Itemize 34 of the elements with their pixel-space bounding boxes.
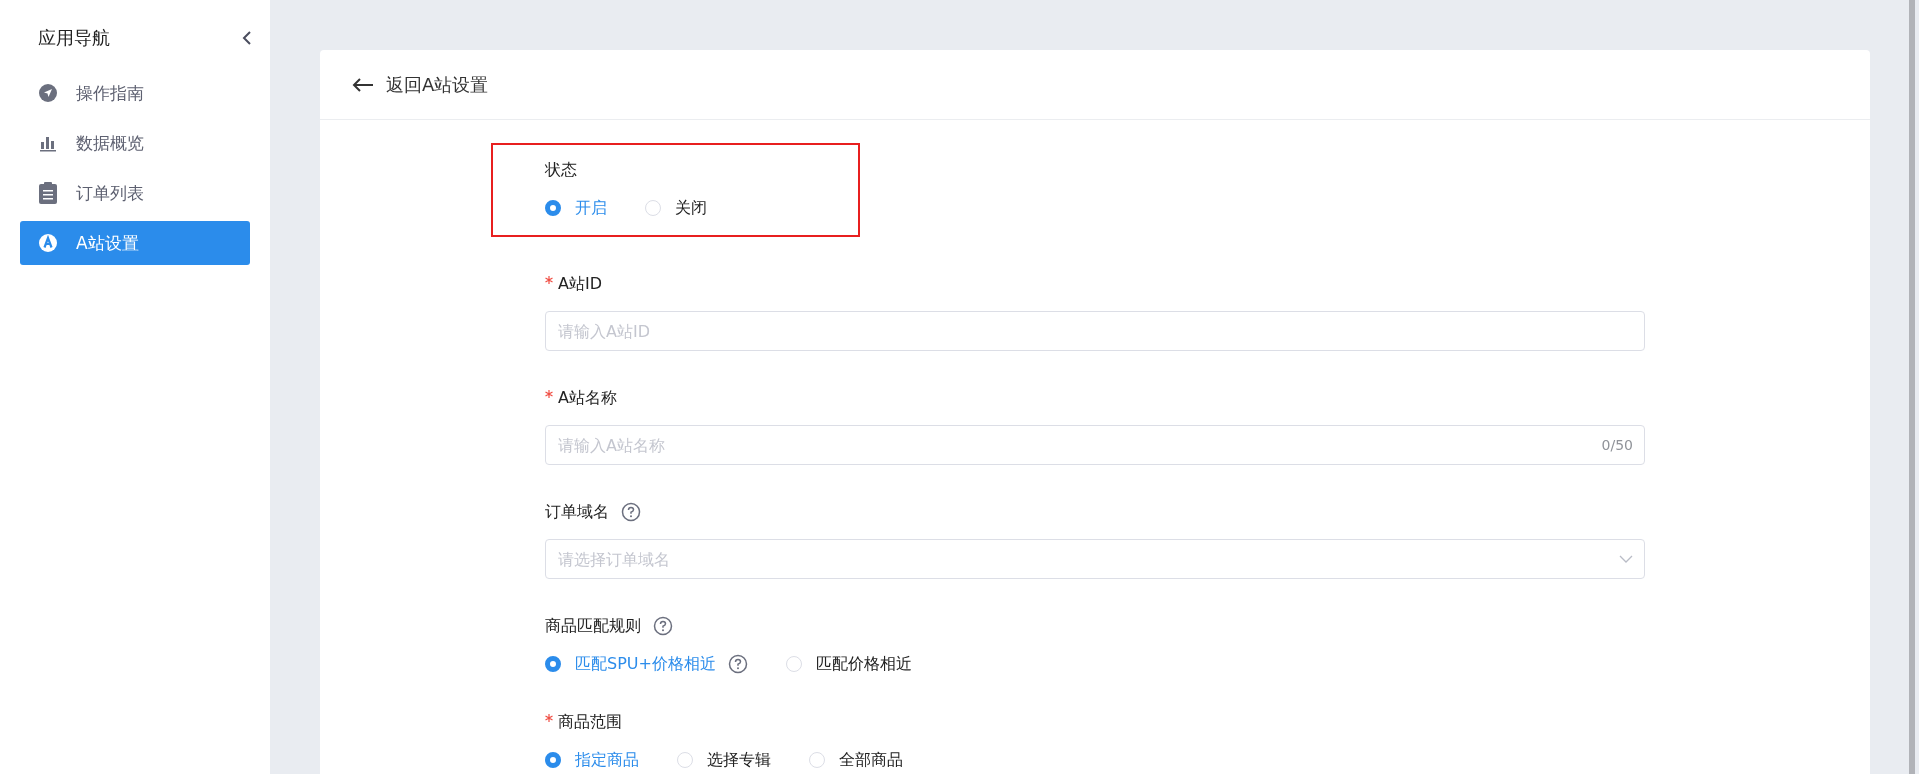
radio-button[interactable]: [545, 200, 561, 216]
radio-button[interactable]: [545, 656, 561, 672]
sidebar-item[interactable]: 订单列表: [20, 171, 250, 215]
radio-option[interactable]: 匹配价格相近: [785, 653, 912, 675]
collapse-icon[interactable]: [242, 30, 252, 46]
help-icon[interactable]: [727, 654, 748, 674]
help-icon[interactable]: [621, 502, 641, 522]
text-field[interactable]: 请输入A站ID: [545, 311, 1645, 351]
radio-option[interactable]: 选择专辑: [677, 749, 771, 771]
sidebar-item[interactable]: 操作指南: [20, 71, 250, 115]
sidebar-title: 应用导航: [38, 26, 110, 50]
field-label: 商品范围: [545, 711, 622, 733]
select-field[interactable]: 请选择订单域名: [545, 539, 1645, 579]
radio-option[interactable]: 开启: [545, 197, 607, 219]
radio-option[interactable]: 指定商品: [545, 749, 639, 771]
radio-option[interactable]: 匹配SPU+价格相近: [545, 653, 716, 675]
compass-icon: [38, 83, 58, 103]
radio-option[interactable]: 全部商品: [809, 749, 903, 771]
field-label: 订单域名: [545, 501, 609, 523]
back-arrow-icon: [352, 76, 374, 93]
field-label: 状态: [545, 159, 577, 181]
back-link[interactable]: 返回A站设置: [352, 72, 489, 97]
field-label: 商品匹配规则: [545, 615, 641, 637]
field-label: A站ID: [545, 273, 602, 295]
sidebar-item[interactable]: A站设置: [20, 221, 250, 265]
radio-option[interactable]: 关闭: [645, 197, 707, 219]
radio-button[interactable]: [545, 752, 561, 768]
field-label: A站名称: [545, 387, 617, 409]
letter-a-icon: [38, 233, 58, 253]
clipboard-icon: [38, 182, 58, 204]
character-counter: 0/50: [1601, 437, 1633, 453]
scrollbar[interactable]: [1909, 0, 1915, 774]
help-icon[interactable]: [653, 616, 673, 636]
sidebar-item[interactable]: 数据概览: [20, 121, 250, 165]
